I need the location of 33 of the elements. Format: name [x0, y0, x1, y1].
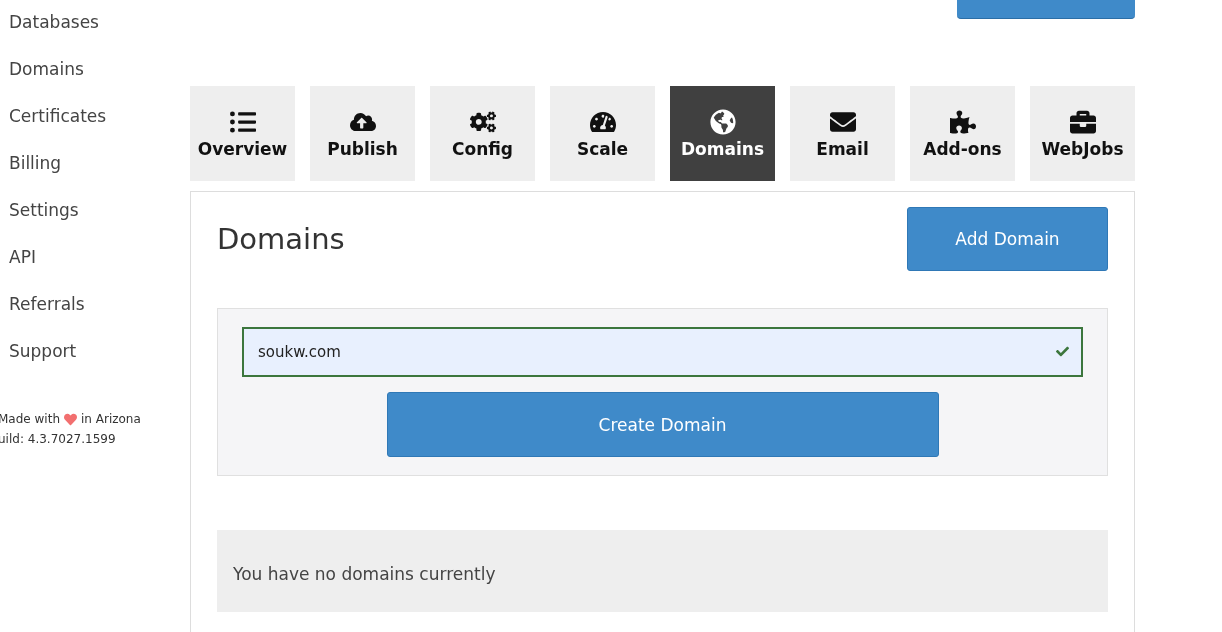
list-icon: [229, 109, 256, 135]
envelope-icon: [829, 109, 856, 135]
nav-tab[interactable]: Overview: [190, 86, 295, 181]
footer-text: Made with: [0, 412, 60, 426]
gears-icon: [469, 109, 496, 135]
nav-tab[interactable]: Add-ons: [910, 86, 1015, 181]
briefcase-icon: [1069, 109, 1096, 135]
sidebar-link[interactable]: Databases: [0, 0, 190, 47]
panel-title: Domains: [217, 222, 345, 256]
create-domain-button[interactable]: Create Domain: [386, 392, 939, 457]
nav-tab[interactable]: Domains: [670, 86, 775, 181]
sidebar-link[interactable]: Referrals: [0, 282, 190, 329]
nav-tab[interactable]: Config: [430, 86, 535, 181]
gauge-icon: [589, 109, 616, 135]
nav-tab[interactable]: WebJobs: [1030, 86, 1135, 181]
nav-tab[interactable]: Scale: [550, 86, 655, 181]
puzzle-piece-icon: [949, 109, 976, 135]
nav-tab[interactable]: Email: [790, 86, 895, 181]
sidebar-link[interactable]: Support: [0, 329, 190, 376]
top-button[interactable]: [957, 0, 1135, 19]
globe-icon: [709, 109, 736, 135]
sidebar-link[interactable]: Certificates: [0, 94, 190, 141]
heart-icon: [64, 412, 77, 426]
sidebar-link[interactable]: Domains: [0, 47, 190, 94]
footer-text: in Arizona: [81, 412, 141, 426]
nav-tab[interactable]: Publish: [310, 86, 415, 181]
empty-message: You have no domains currently: [233, 563, 496, 584]
sidebar-link[interactable]: Billing: [0, 141, 190, 188]
sidebar-link[interactable]: API: [0, 235, 190, 282]
sidebar-link[interactable]: Settings: [0, 188, 190, 235]
add-domain-button[interactable]: Add Domain: [907, 207, 1108, 271]
check-icon: [1056, 345, 1069, 358]
domain-input-field[interactable]: soukw.com: [242, 327, 1083, 377]
